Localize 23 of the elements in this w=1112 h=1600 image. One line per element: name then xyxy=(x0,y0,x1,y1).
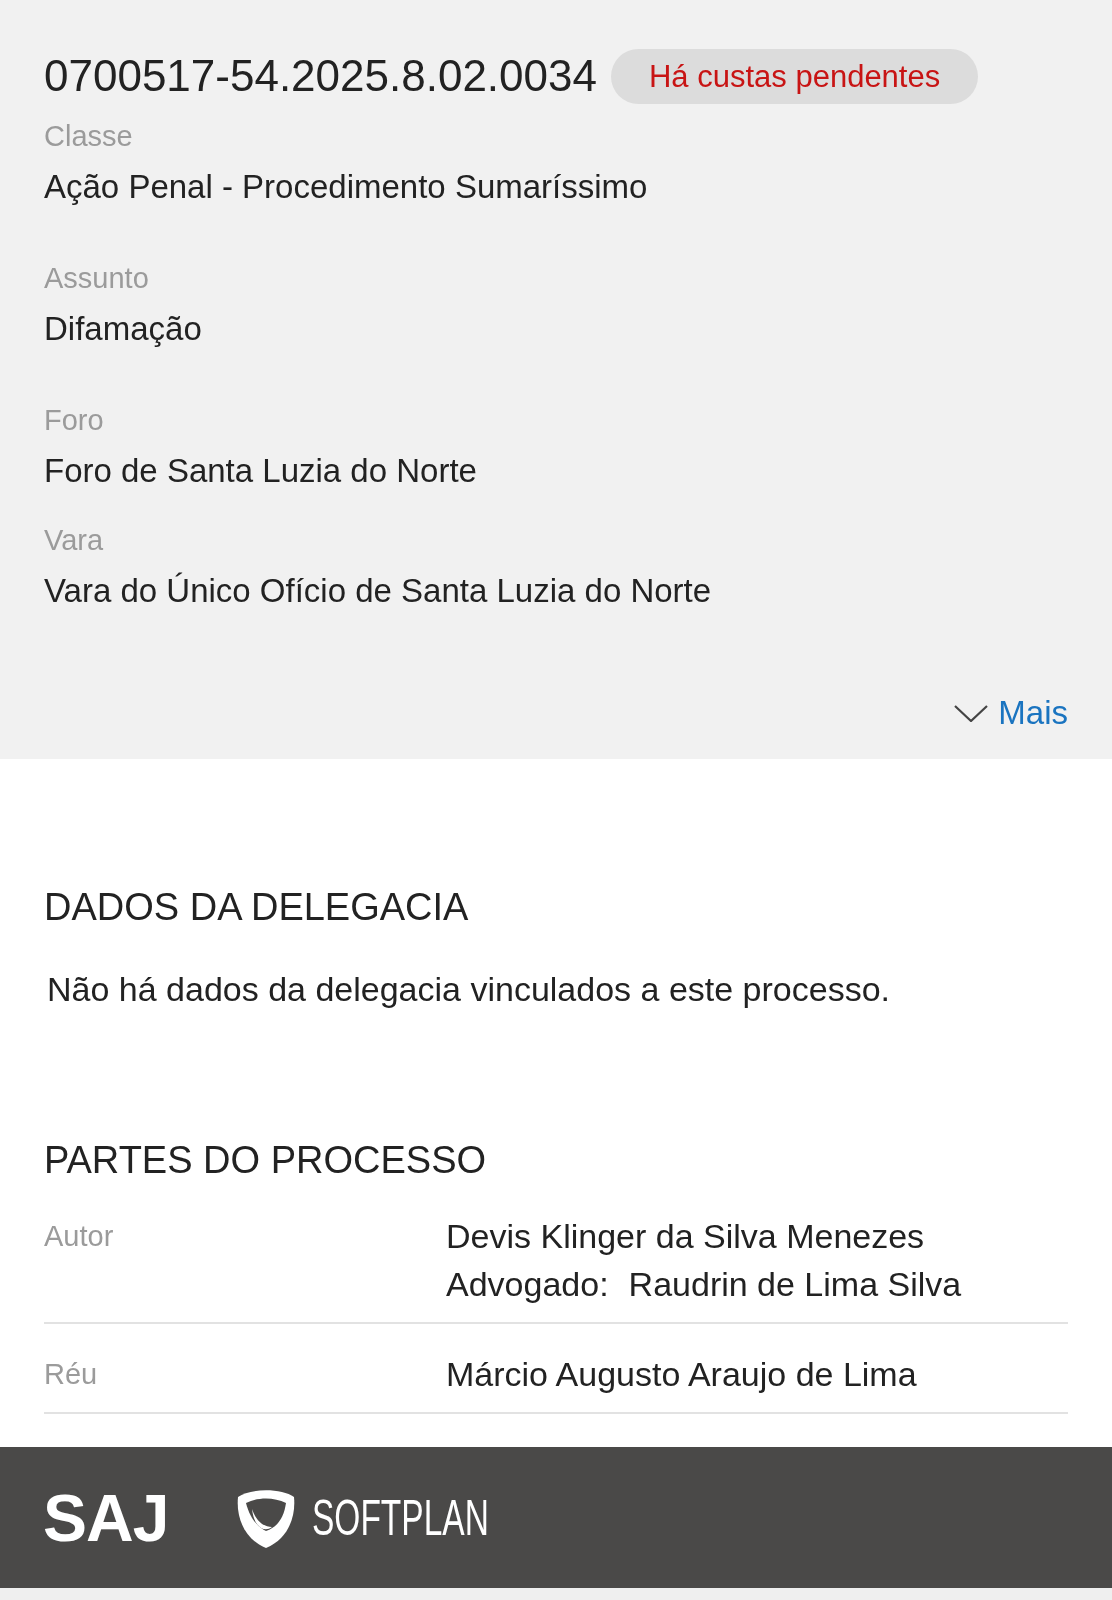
field-label: Assunto xyxy=(44,261,150,296)
lawyer-name: Raudrin de Lima Silva xyxy=(628,1264,962,1305)
empty-message: Não há dados da delegacia vinculados a este processo. xyxy=(47,969,891,1010)
section-title: DADOS DA DELEGACIA xyxy=(44,885,470,930)
field-label: Vara xyxy=(44,523,105,558)
field-value: Difamação xyxy=(44,309,203,349)
logo-text: SOFTPLAN xyxy=(312,1492,490,1543)
chevron-down-icon xyxy=(954,704,989,722)
party-name: Devis Klinger da Silva Menezes xyxy=(446,1216,926,1257)
party-role: Autor xyxy=(44,1219,115,1254)
status-badge: Há custas pendentes xyxy=(610,48,979,104)
process-number: 0700517-54.2025.8.02.0034 xyxy=(44,50,597,102)
more-link[interactable]: Mais xyxy=(954,693,1068,733)
lawyer-label: Advogado: xyxy=(446,1264,609,1305)
field-value: Ação Penal - Procedimento Sumaríssimo xyxy=(44,167,649,207)
section-title: PARTES DO PROCESSO xyxy=(44,1138,488,1183)
field-label: Foro xyxy=(44,403,105,438)
field-value: Vara do Único Ofício de Santa Luzia do Norte xyxy=(44,571,713,611)
logo-text: SAJ xyxy=(43,1484,169,1551)
field-label: Classe xyxy=(44,119,134,154)
party-role: Réu xyxy=(44,1357,99,1392)
field-value: Foro de Santa Luzia do Norte xyxy=(44,451,478,491)
party-name: Márcio Augusto Araujo de Lima xyxy=(446,1354,917,1395)
